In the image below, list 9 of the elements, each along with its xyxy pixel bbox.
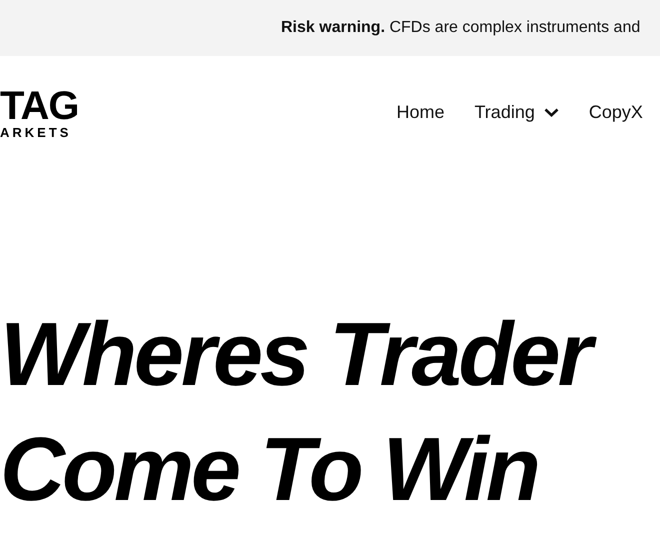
chevron-down-icon xyxy=(544,108,559,116)
hero-heading: Come To Win xyxy=(0,419,539,522)
logo-text: ARKETS xyxy=(0,126,72,138)
logo-text: TAG xyxy=(0,86,78,126)
hero-heading: Wheres Trader xyxy=(0,298,660,413)
risk-warning-text: Risk warning. CFDs are complex instruments and xyxy=(281,18,640,38)
nav-link[interactable]: CopyX xyxy=(588,98,643,126)
nav-link[interactable]: Trading xyxy=(474,98,559,126)
nav-link[interactable]: Home xyxy=(396,98,444,126)
